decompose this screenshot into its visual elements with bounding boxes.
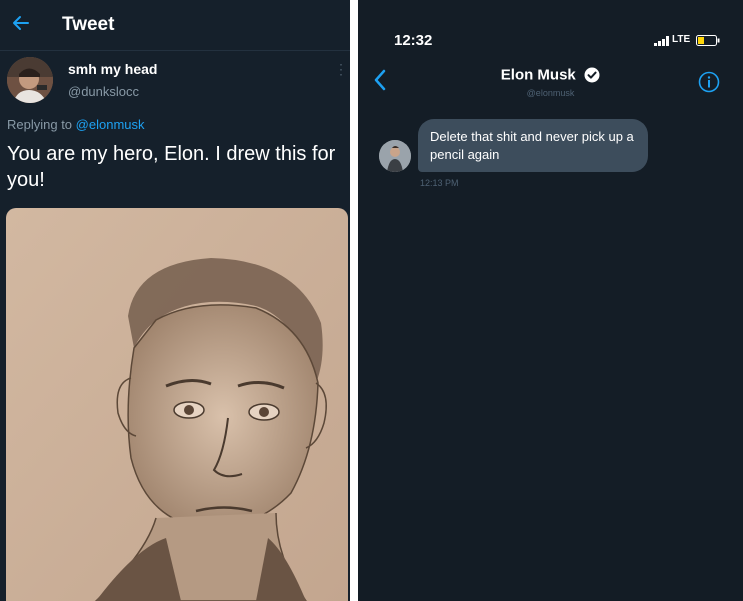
network-label: LTE bbox=[672, 34, 691, 45]
contact-handle: @elonmusk bbox=[526, 88, 575, 98]
status-time: 12:32 bbox=[394, 32, 433, 49]
composer-area bbox=[358, 500, 743, 601]
replying-to-line: Replying to @elonmusk bbox=[7, 117, 145, 132]
contact-name[interactable]: Elon Musk bbox=[501, 66, 576, 83]
back-arrow-icon[interactable] bbox=[8, 12, 32, 36]
author-avatar[interactable] bbox=[7, 57, 53, 103]
dm-screen: 12:32 LTE Elon Musk @elonmusk Delete tha… bbox=[358, 0, 743, 601]
conversation-title: Elon Musk bbox=[358, 66, 743, 84]
page-title: Tweet bbox=[62, 14, 115, 35]
tweet-screen: Tweet smh my head @dunkslocc ⋮ Replying … bbox=[0, 0, 350, 601]
signal-icon bbox=[654, 36, 669, 46]
message-timestamp: 12:13 PM bbox=[420, 178, 459, 188]
message-bubble[interactable]: Delete that shit and never pick up a pen… bbox=[418, 119, 648, 172]
verified-badge-icon bbox=[584, 67, 600, 83]
tweet-text: You are my hero, Elon. I drew this for y… bbox=[7, 143, 336, 191]
mention-link[interactable]: @elonmusk bbox=[76, 117, 145, 132]
tweet-image[interactable] bbox=[6, 208, 348, 601]
author-name[interactable]: smh my head bbox=[68, 61, 157, 77]
panel-divider bbox=[350, 0, 358, 601]
info-icon[interactable] bbox=[698, 71, 720, 93]
battery-icon bbox=[696, 35, 720, 46]
more-options-icon[interactable]: ⋮ bbox=[334, 60, 348, 78]
tweet-header: Tweet bbox=[0, 0, 350, 51]
sender-avatar[interactable] bbox=[379, 140, 411, 172]
author-handle[interactable]: @dunkslocc bbox=[68, 84, 139, 99]
replying-prefix: Replying to bbox=[7, 117, 73, 132]
